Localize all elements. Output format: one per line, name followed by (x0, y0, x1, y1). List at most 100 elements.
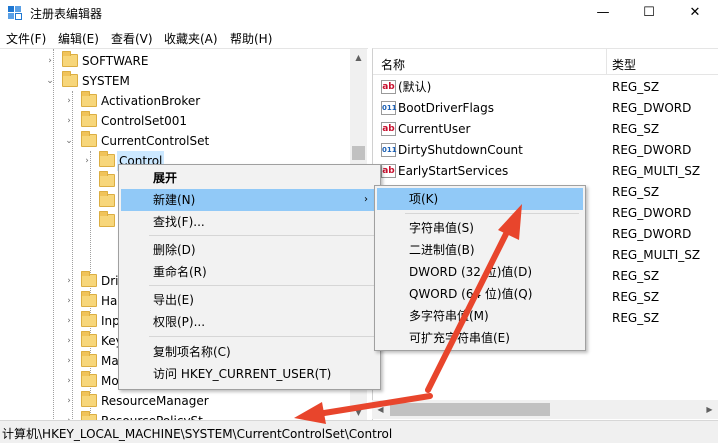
expand-icon[interactable]: › (82, 151, 92, 171)
folder-icon (81, 311, 97, 327)
column-header-type[interactable]: 类型 (612, 56, 636, 73)
menu-item-copy-key-name[interactable]: 复制项名称(C) (121, 341, 378, 363)
menu-item-label: 可扩充字符串值(E) (409, 331, 510, 345)
collapse-icon[interactable]: ⌄ (45, 71, 55, 91)
menu-item-label: 展开 (153, 171, 178, 185)
submenu-item-binary-value[interactable]: 二进制值(B) (377, 239, 583, 261)
tree-item-software[interactable]: › SOFTWARE (0, 51, 350, 71)
list-item[interactable]: 011 DirtyShutdownCount REG_DWORD (373, 140, 718, 161)
submenu-item-multi-string-value[interactable]: 多字符串值(M) (377, 305, 583, 327)
folder-icon (62, 51, 78, 67)
list-item[interactable]: ab EarlyStartServices REG_MULTI_SZ (373, 161, 718, 182)
menu-item-expand[interactable]: 展开 (121, 167, 378, 189)
tree-item-label: Ha (101, 294, 118, 308)
status-path: 计算机\HKEY_LOCAL_MACHINE\SYSTEM\CurrentCon… (2, 427, 393, 441)
expand-icon[interactable]: › (64, 411, 74, 420)
tree-item-activationbroker[interactable]: › ActivationBroker (0, 91, 350, 111)
status-bar: 计算机\HKEY_LOCAL_MACHINE\SYSTEM\CurrentCon… (0, 420, 718, 443)
expand-icon[interactable]: › (64, 291, 74, 311)
folder-icon (81, 331, 97, 347)
maximize-button[interactable]: ☐ (626, 0, 672, 26)
value-type: REG_MULTI_SZ (612, 164, 701, 178)
tree-item-label: CurrentControlSet (101, 134, 210, 148)
tree-item-resourcemanager[interactable]: › ResourceManager (0, 391, 350, 411)
tree-item-system[interactable]: ⌄ SYSTEM (0, 71, 350, 91)
menu-view[interactable]: 查看(V) (111, 30, 153, 47)
tree-item-currentcontrolset[interactable]: ⌄ CurrentControlSet (0, 131, 350, 151)
menu-file[interactable]: 文件(F) (6, 30, 46, 47)
scrollbar-thumb[interactable] (390, 403, 550, 416)
tree-item-label: Ma (101, 354, 119, 368)
scroll-up-icon[interactable]: ▲ (350, 49, 367, 66)
menu-separator (149, 235, 374, 236)
menu-item-label: 导出(E) (153, 293, 194, 307)
expand-icon[interactable]: › (64, 311, 74, 331)
folder-icon (81, 131, 97, 147)
menu-item-label: 复制项名称(C) (153, 345, 231, 359)
folder-icon (81, 391, 97, 407)
submenu-item-qword-value[interactable]: QWORD (64 位)值(Q) (377, 283, 583, 305)
expand-icon[interactable]: › (64, 351, 74, 371)
menu-item-new[interactable]: 新建(N) › (121, 189, 378, 211)
window-title: 注册表编辑器 (30, 7, 103, 21)
menu-item-label: 二进制值(B) (409, 243, 475, 257)
menu-item-permissions[interactable]: 权限(P)... (121, 311, 378, 333)
expand-icon[interactable]: › (45, 51, 55, 71)
scrollbar-thumb[interactable] (352, 146, 365, 160)
scroll-right-icon[interactable]: ▶ (701, 400, 718, 419)
value-type: REG_DWORD (612, 227, 692, 241)
menu-help[interactable]: 帮助(H) (230, 30, 272, 47)
menu-item-label: 字符串值(S) (409, 221, 474, 235)
menu-item-goto-hkcu[interactable]: 访问 HKEY_CURRENT_USER(T) (121, 363, 378, 385)
tree-item-label: Dri (101, 274, 119, 288)
submenu-item-dword-value[interactable]: DWORD (32 位)值(D) (377, 261, 583, 283)
value-type: REG_SZ (612, 311, 660, 325)
value-name: DirtyShutdownCount (398, 143, 523, 157)
menu-item-find[interactable]: 查找(F)... (121, 211, 378, 233)
scroll-left-icon[interactable]: ◀ (372, 400, 389, 419)
column-header-name[interactable]: 名称 (381, 56, 405, 73)
value-type: REG_SZ (612, 290, 660, 304)
list-item[interactable]: 011 BootDriverFlags REG_DWORD (373, 98, 718, 119)
tree-item-label: SYSTEM (82, 74, 130, 88)
expand-icon[interactable]: › (64, 371, 74, 391)
submenu-arrow-icon: › (364, 194, 368, 205)
minimize-button[interactable]: — (580, 0, 626, 26)
value-name: CurrentUser (398, 122, 471, 136)
menu-item-rename[interactable]: 重命名(R) (121, 261, 378, 283)
tree-item-label: ResourcePolicySt (101, 411, 203, 420)
menu-item-export[interactable]: 导出(E) (121, 289, 378, 311)
expand-icon[interactable]: › (64, 391, 74, 411)
column-separator[interactable] (606, 49, 607, 75)
submenu-item-key[interactable]: 项(K) (377, 188, 583, 210)
menu-item-delete[interactable]: 删除(D) (121, 239, 378, 261)
list-item[interactable]: ab (默认) REG_SZ (373, 77, 718, 98)
list-horizontal-scrollbar[interactable]: ◀ ▶ (372, 400, 718, 419)
tree-item-controlset001[interactable]: › ControlSet001 (0, 111, 350, 131)
expand-icon[interactable]: › (64, 111, 74, 131)
list-item[interactable]: ab CurrentUser REG_SZ (373, 119, 718, 140)
tree-item-resourcepolicystore[interactable]: › ResourcePolicySt (0, 411, 350, 420)
folder-icon (81, 271, 97, 287)
submenu-item-string-value[interactable]: 字符串值(S) (377, 217, 583, 239)
menu-edit[interactable]: 编辑(E) (58, 30, 99, 47)
menu-item-label: DWORD (32 位)值(D) (409, 265, 532, 279)
tree-item-label: ResourceManager (101, 394, 209, 408)
value-type: REG_SZ (612, 122, 660, 136)
menu-favorites[interactable]: 收藏夹(A) (164, 30, 218, 47)
folder-icon (81, 111, 97, 127)
collapse-icon[interactable]: ⌄ (64, 131, 74, 151)
menu-separator (149, 336, 374, 337)
folder-icon (99, 191, 115, 207)
submenu-item-expandable-string-value[interactable]: 可扩充字符串值(E) (377, 327, 583, 349)
expand-icon[interactable]: › (64, 331, 74, 351)
menu-item-label: 访问 HKEY_CURRENT_USER(T) (153, 367, 332, 381)
binary-value-icon: 011 (381, 143, 397, 157)
scroll-down-icon[interactable]: ▼ (350, 404, 367, 420)
string-value-icon: ab (381, 80, 396, 94)
tree-item-label: SOFTWARE (82, 54, 149, 68)
expand-icon[interactable]: › (64, 91, 74, 111)
folder-icon (99, 151, 115, 167)
close-button[interactable]: ✕ (672, 0, 718, 26)
expand-icon[interactable]: › (64, 271, 74, 291)
